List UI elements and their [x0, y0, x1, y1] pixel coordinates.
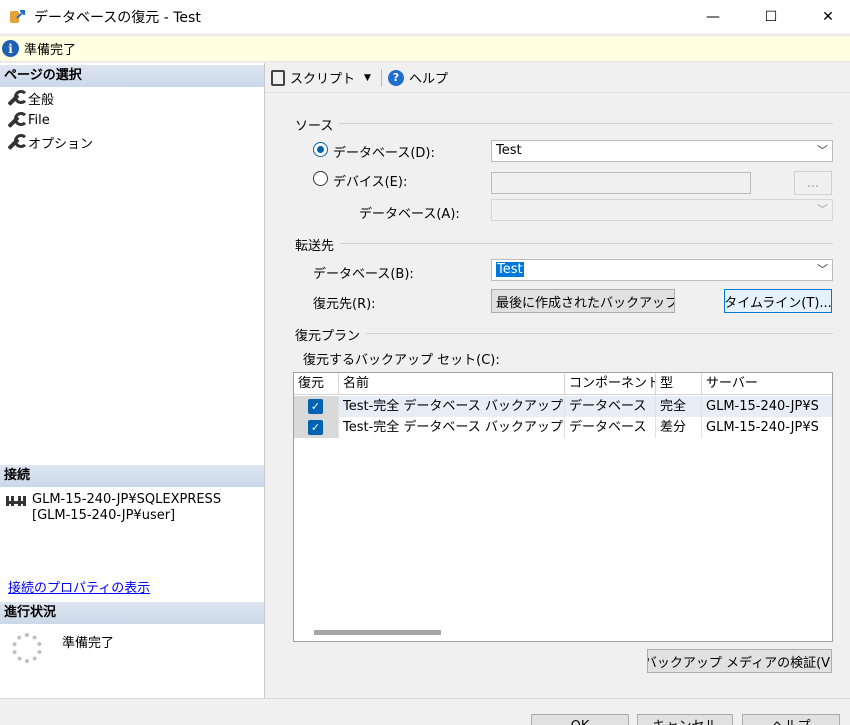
source-device-field[interactable]: [491, 172, 751, 194]
row-server: GLM-15-240-JP¥S: [702, 396, 832, 417]
destination-database-select[interactable]: Test ﹀: [491, 259, 833, 281]
progress-status: 準備完了: [62, 636, 115, 651]
device-database-select[interactable]: ﹀: [491, 199, 833, 221]
table-row[interactable]: ✓ Test-完全 データベース バックアップ データベース 差分 GLM-15…: [294, 417, 832, 438]
page-item-label: 全般: [28, 92, 55, 108]
chevron-down-icon: ﹀: [817, 203, 828, 216]
row-component: データベース: [565, 417, 656, 438]
timeline-button[interactable]: タイムライン(T)...: [724, 289, 832, 313]
row-component: データベース: [565, 396, 656, 417]
page-item-label: オプション: [28, 136, 94, 152]
wrench-icon: [6, 134, 28, 150]
verify-media-button[interactable]: バックアップ メディアの検証(V): [647, 649, 832, 673]
col-name[interactable]: 名前: [339, 373, 565, 395]
row-type: 完全: [656, 396, 702, 417]
restore-checkbox[interactable]: ✓: [308, 420, 323, 435]
connection-properties-link[interactable]: 接続のプロパティの表示: [8, 577, 150, 596]
help-label: ヘルプ: [408, 72, 448, 87]
left-panel: ページの選択 全般 File オプション 接続 GLM-15-240-JP¥SQ…: [0, 63, 265, 725]
info-icon: i: [2, 40, 19, 57]
page-select-header: ページの選択: [0, 65, 264, 87]
ok-button[interactable]: OK: [531, 714, 629, 725]
toolbar-separator: [380, 68, 382, 87]
table-row[interactable]: ✓ Test-完全 データベース バックアップ データベース 完全 GLM-15…: [294, 396, 832, 417]
source-group-label: ソース: [295, 115, 340, 134]
row-restore-cell: ✓: [294, 396, 339, 417]
page-item-options[interactable]: オプション: [6, 132, 93, 152]
page-item-label: File: [28, 112, 50, 128]
col-component[interactable]: コンポーネント: [565, 373, 656, 395]
source-database-radio[interactable]: [313, 142, 328, 157]
source-database-value: Test: [496, 143, 522, 158]
restore-database-icon: [8, 8, 26, 26]
browse-device-button[interactable]: ...: [794, 171, 832, 195]
source-group-line: [295, 123, 833, 124]
chevron-down-icon: ﹀: [817, 263, 828, 276]
progress-header: 進行状況: [0, 602, 264, 624]
chevron-down-icon: ﹀: [817, 144, 828, 157]
source-device-label: デバイス(E):: [333, 175, 408, 190]
script-icon: [271, 69, 285, 86]
destination-group-label: 転送先: [295, 235, 341, 254]
source-database-select[interactable]: Test ﹀: [491, 140, 833, 162]
restore-to-field[interactable]: 最後に作成されたバックアップ (: [491, 289, 675, 313]
help-button[interactable]: ? ヘルプ: [387, 68, 448, 87]
dialog-footer: OK キャンセル ヘルプ: [0, 698, 850, 725]
maximize-button[interactable]: ☐: [748, 0, 794, 33]
backup-sets-grid[interactable]: 復元 名前 コンポーネント 型 サーバー ✓ Test-完全 データベース バッ…: [293, 372, 833, 642]
window-title: データベースの復元 - Test: [34, 9, 201, 26]
row-type: 差分: [656, 417, 702, 438]
destination-database-label: データベース(B):: [313, 267, 414, 282]
help-icon: ?: [387, 69, 404, 86]
toolbar: スクリプト ▼ ? ヘルプ: [265, 63, 850, 93]
page-item-file[interactable]: File: [6, 110, 50, 130]
connection-server: GLM-15-240-JP¥SQLEXPRESS: [32, 492, 222, 507]
close-button[interactable]: ✕: [805, 0, 850, 33]
progress-spinner-icon: [12, 633, 42, 663]
restore-checkbox[interactable]: ✓: [308, 399, 323, 414]
script-dropdown-icon[interactable]: ▼: [364, 73, 371, 83]
help-footer-button[interactable]: ヘルプ: [742, 714, 840, 725]
col-restore[interactable]: 復元: [294, 373, 339, 395]
page-item-general[interactable]: 全般: [6, 88, 54, 108]
restore-to-label: 復元先(R):: [313, 297, 376, 312]
plan-group-label: 復元プラン: [295, 325, 367, 344]
connection-header: 接続: [0, 465, 264, 487]
script-button[interactable]: スクリプト ▼: [271, 68, 371, 87]
script-label: スクリプト: [290, 72, 356, 87]
row-server: GLM-15-240-JP¥S: [702, 417, 832, 438]
grid-header: 復元 名前 コンポーネント 型 サーバー: [294, 373, 832, 395]
cancel-button[interactable]: キャンセル: [637, 714, 733, 725]
connection-user: [GLM-15-240-JP¥user]: [32, 508, 176, 523]
source-device-radio[interactable]: [313, 171, 328, 186]
banner-status-text: 準備完了: [24, 43, 77, 58]
source-database-label: データベース(D):: [333, 146, 435, 161]
destination-database-value: Test: [496, 262, 524, 277]
wrench-icon: [6, 90, 28, 106]
minimize-button[interactable]: —: [690, 0, 736, 33]
col-server[interactable]: サーバー: [702, 373, 832, 395]
main-panel: スクリプト ▼ ? ヘルプ ソース データベース(D): Test ﹀ デバイス…: [265, 63, 850, 698]
col-type[interactable]: 型: [656, 373, 702, 395]
title-bar: データベースの復元 - Test — ☐ ✕: [0, 0, 850, 33]
horizontal-scrollbar[interactable]: [314, 630, 441, 635]
destination-group-line: [295, 243, 833, 244]
plan-group-line: [295, 333, 833, 334]
row-name: Test-完全 データベース バックアップ: [339, 417, 565, 438]
connection-icon: [6, 496, 26, 510]
backup-sets-label: 復元するバックアップ セット(C):: [303, 353, 500, 368]
status-banner: i 準備完了: [0, 35, 850, 62]
row-restore-cell: ✓: [294, 417, 339, 438]
wrench-icon: [6, 112, 28, 128]
row-name: Test-完全 データベース バックアップ: [339, 396, 565, 417]
device-database-label: データベース(A):: [359, 207, 460, 222]
